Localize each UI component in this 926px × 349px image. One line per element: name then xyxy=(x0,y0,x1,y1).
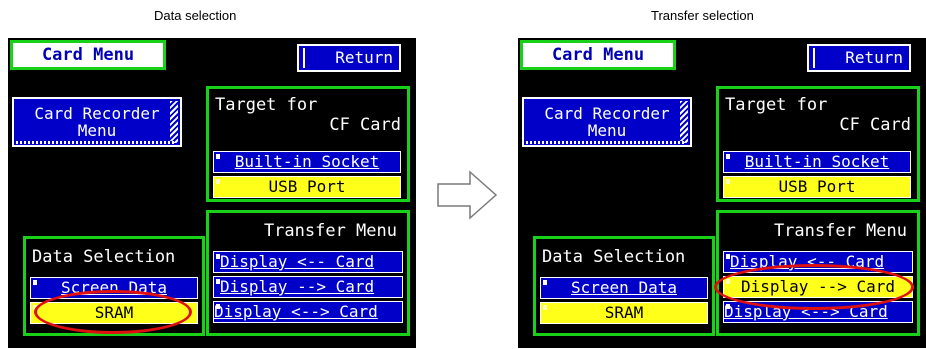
hatch-decoration xyxy=(680,101,688,143)
screen-data-label: Screen Data xyxy=(571,278,677,297)
indicator-icon xyxy=(543,305,547,310)
screen-data-option[interactable]: Screen Data xyxy=(540,277,708,299)
highlight-ellipse-display-to-card xyxy=(714,264,914,310)
return-button[interactable]: Return xyxy=(297,44,401,72)
target-panel: Target for CF Card Built-in Socket USB P… xyxy=(206,86,410,202)
builtin-socket-label: Built-in Socket xyxy=(744,152,890,171)
transfer-menu-title: Transfer Menu xyxy=(773,221,907,241)
card-recorder-label-2: Menu xyxy=(587,121,627,140)
transfer-menu-title: Transfer Menu xyxy=(263,221,397,241)
target-title: Target for xyxy=(725,95,828,115)
card-recorder-menu-button[interactable]: Card Recorder Menu xyxy=(522,97,692,147)
data-selection-panel: Data Selection Screen Data SRAM xyxy=(533,236,715,336)
hatch-decoration xyxy=(16,141,174,144)
screen-data-selection: Card Menu Return Card Recorder Menu Targ… xyxy=(8,38,416,348)
card-recorder-menu-button[interactable]: Card Recorder Menu xyxy=(12,97,182,147)
screen-transfer-selection: Card Menu Return Card Recorder Menu Targ… xyxy=(518,38,926,348)
caption-transfer-selection: Transfer selection xyxy=(651,8,754,23)
indicator-icon xyxy=(543,280,547,285)
indicator-icon xyxy=(216,254,220,259)
indicator-icon xyxy=(216,304,220,309)
indicator-icon xyxy=(726,304,730,309)
card-menu-title: Card Menu xyxy=(520,40,676,70)
indicator-icon xyxy=(216,179,220,184)
builtin-socket-option[interactable]: Built-in Socket xyxy=(723,151,911,173)
transfer-menu-panel: Transfer Menu Display <-- Card Display -… xyxy=(206,210,410,336)
data-selection-title: Data Selection xyxy=(32,247,176,267)
transfer-option-label: Display <--> Card xyxy=(214,302,378,321)
indicator-icon xyxy=(726,254,730,259)
hatch-decoration xyxy=(526,141,684,144)
target-title-2: CF Card xyxy=(329,115,401,135)
card-recorder-label: Card Recorder xyxy=(34,104,160,123)
builtin-socket-label: Built-in Socket xyxy=(234,152,380,171)
transfer-display-from-card[interactable]: Display <-- Card xyxy=(213,251,403,273)
return-button[interactable]: Return xyxy=(807,44,911,72)
data-selection-title: Data Selection xyxy=(542,247,686,267)
usb-port-option[interactable]: USB Port xyxy=(723,176,911,198)
target-title: Target for xyxy=(215,95,318,115)
indicator-icon xyxy=(726,179,730,184)
transfer-display-both-card[interactable]: Display <--> Card xyxy=(213,301,403,323)
transfer-option-label: Display <-- Card xyxy=(220,252,375,271)
usb-port-label: USB Port xyxy=(778,177,856,196)
arrow-right-icon xyxy=(437,170,498,220)
transfer-display-to-card[interactable]: Display --> Card xyxy=(213,276,403,298)
transfer-option-label: Display --> Card xyxy=(220,277,375,296)
highlight-ellipse-sram xyxy=(34,290,192,334)
indicator-icon xyxy=(216,154,220,159)
usb-port-option[interactable]: USB Port xyxy=(213,176,401,198)
sram-label: SRAM xyxy=(604,303,644,322)
card-menu-title: Card Menu xyxy=(10,40,166,70)
card-recorder-label-2: Menu xyxy=(77,121,117,140)
indicator-icon xyxy=(216,279,220,284)
caption-data-selection: Data selection xyxy=(154,8,237,23)
sram-option[interactable]: SRAM xyxy=(540,302,708,324)
card-recorder-label: Card Recorder xyxy=(544,104,670,123)
target-panel: Target for CF Card Built-in Socket USB P… xyxy=(716,86,920,202)
indicator-icon xyxy=(726,154,730,159)
usb-port-label: USB Port xyxy=(268,177,346,196)
indicator-icon xyxy=(33,280,37,285)
builtin-socket-option[interactable]: Built-in Socket xyxy=(213,151,401,173)
target-title-2: CF Card xyxy=(839,115,911,135)
hatch-decoration xyxy=(170,101,178,143)
